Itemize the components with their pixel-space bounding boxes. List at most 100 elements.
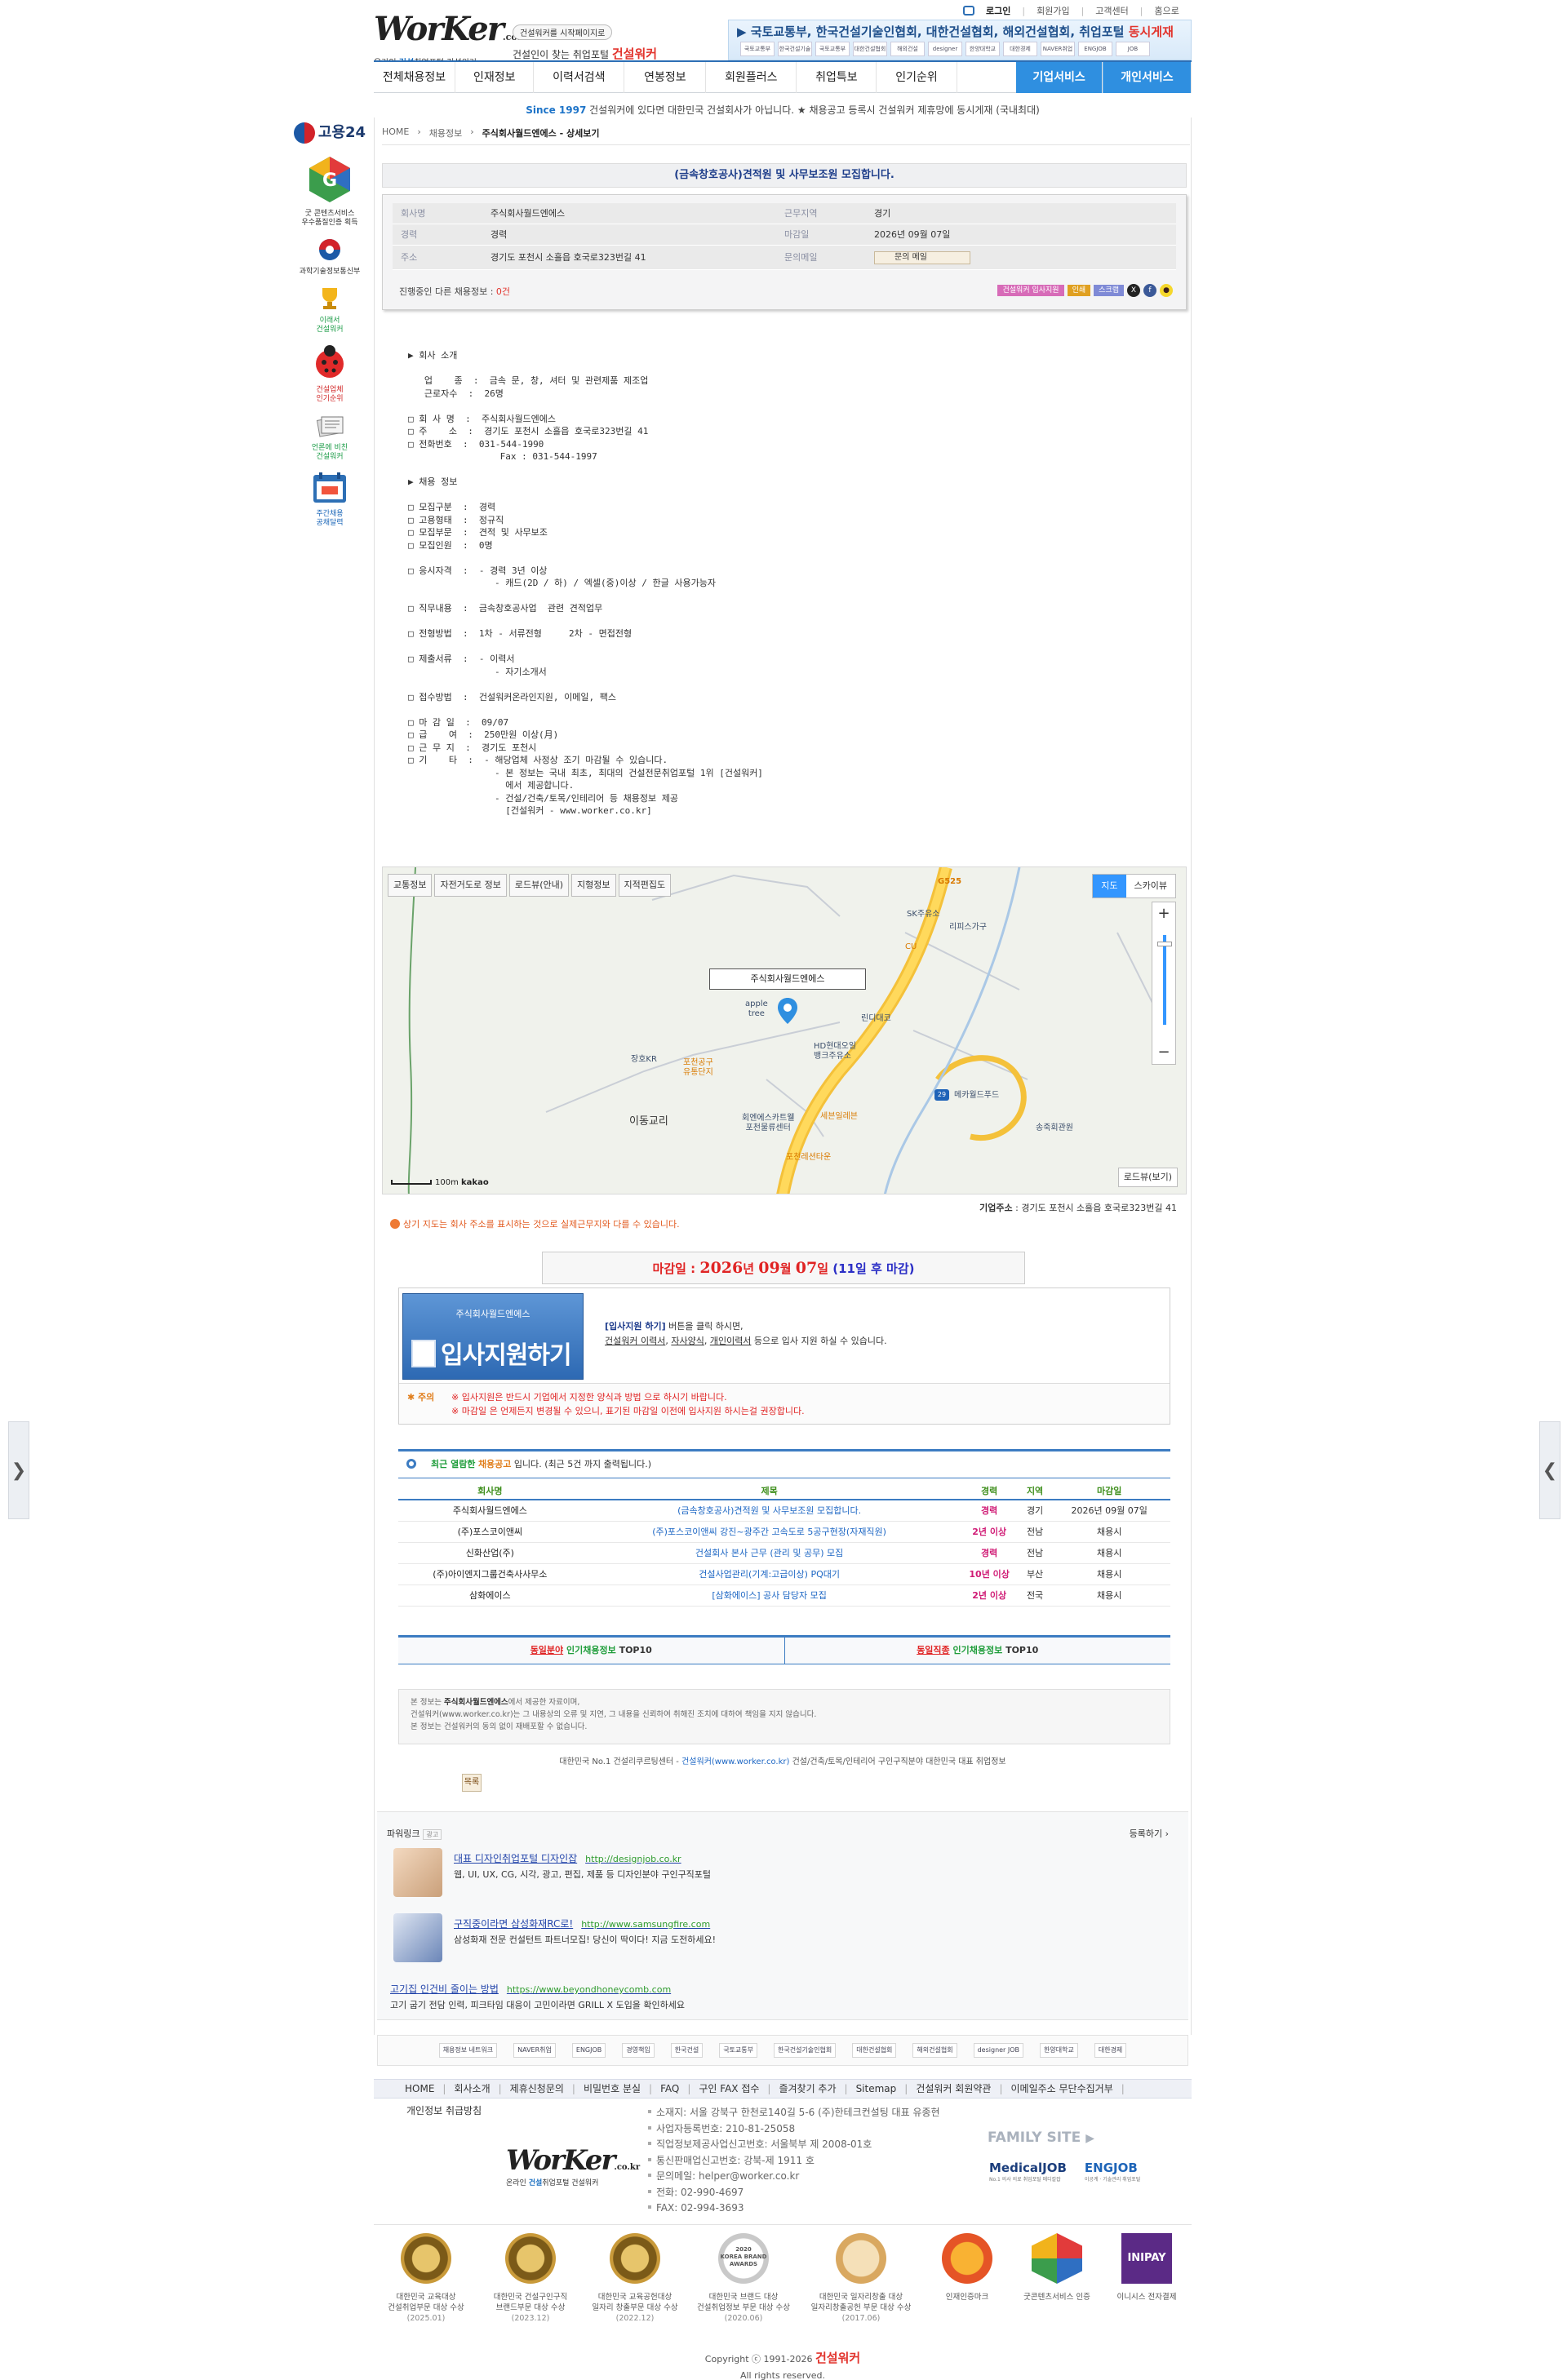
medicaljob-link[interactable]: MedicalJOB No.1 의사 의료 취업포털 메디칼잡: [989, 2161, 1067, 2183]
partner-logo[interactable]: 국토교통부: [740, 42, 775, 56]
apply-small-button[interactable]: 건설워커 입사지원: [997, 285, 1064, 296]
table-row[interactable]: (주)아이엔지그룹건축사사무소 건설사업관리(기계:고급이상) PQ대기 10년 이…: [398, 1563, 1170, 1585]
partner-logo[interactable]: NAVER취업: [1041, 42, 1075, 56]
footer-nav-link[interactable]: HOME: [405, 2080, 434, 2098]
support-link[interactable]: 고객센터: [1095, 4, 1128, 17]
tab-same-field-top10[interactable]: 동일분야 인기채용정보 TOP10: [398, 1638, 785, 1664]
partner-logo[interactable]: 경영책임: [622, 2043, 655, 2058]
weekly-calendar-link[interactable]: 주간채용 공채달력: [291, 472, 369, 528]
partner-banner[interactable]: ▶ 국토교통부, 한국건설기술인협회, 대한건설협회, 해외건설협회, 취업포털…: [728, 20, 1192, 60]
award-item[interactable]: 굿콘텐츠서비스 인증: [1012, 2233, 1102, 2324]
join-link[interactable]: 회원가입: [1037, 4, 1069, 17]
partner-logo[interactable]: NAVER취업: [513, 2043, 556, 2058]
map-pin-icon[interactable]: [778, 998, 797, 1024]
ad-title[interactable]: 구직중이라면 삼성화재RC로! http://www.samsungfire.co…: [454, 1917, 710, 1930]
partner-logo[interactable]: designer JOB: [928, 42, 962, 56]
press-link[interactable]: 언론에 비친 건설워커: [291, 414, 369, 462]
footer-nav-link[interactable]: 건설워커 회원약관: [916, 2080, 991, 2098]
table-row[interactable]: 신화산업(주) 건설회사 본사 근무 (관리 및 공무) 모집 경력 전남 채용시: [398, 1542, 1170, 1564]
nav-item-resume-search[interactable]: 이력서검색: [534, 62, 625, 93]
list-button[interactable]: 목록: [462, 1774, 482, 1792]
footer-nav-link[interactable]: 구인 FAX 접수: [699, 2080, 759, 2098]
award-item[interactable]: 대한민국 건설구인구직 브랜드부문 대상 수상 (2023.12): [478, 2233, 583, 2324]
map-tab-terrain[interactable]: 지형정보: [571, 874, 616, 897]
inquiry-mail-button[interactable]: 문의 메일: [874, 251, 970, 264]
partner-logo[interactable]: JOB: [1116, 42, 1150, 56]
nav-item-salary[interactable]: 연봉정보: [624, 62, 707, 93]
powerlink-register[interactable]: 등록하기 ›: [1130, 1827, 1169, 1840]
table-row[interactable]: 삼화에이스 [삼화에이스] 공사 담당자 모집 2년 이상 전국 채용시: [398, 1584, 1170, 1607]
partner-logo[interactable]: 한국건설기술인협회: [774, 2043, 837, 2058]
partner-logo[interactable]: 한국건설: [670, 2043, 704, 2058]
nav-item-talent[interactable]: 인재정보: [455, 62, 535, 93]
map-type-map[interactable]: 지도: [1093, 875, 1126, 897]
prev-arrow[interactable]: ❯: [8, 1421, 29, 1519]
table-row[interactable]: (주)포스코이앤씨 (주)포스코이앤씨 강진~광주간 고속도로 5공구현장(자재직…: [398, 1521, 1170, 1543]
table-row[interactable]: 주식회사월드엔에스 (금속창호공사)견적원 및 사무보조원 모집합니다. 경력 경기 2…: [398, 1500, 1170, 1522]
partner-logo[interactable]: 대한건설협회: [852, 2043, 897, 2058]
award-item[interactable]: 2020 KOREA BRAND AWARDS 대한민국 브랜드 대상 건설취업정보…: [687, 2233, 800, 2324]
award-item[interactable]: INIPAY 이니시스 전자결제: [1102, 2233, 1192, 2324]
nav-item-company-service[interactable]: 기업서비스: [1016, 62, 1103, 93]
scrap-button[interactable]: 스크랩: [1094, 285, 1124, 296]
footer-nav-link[interactable]: 회사소개: [454, 2080, 490, 2098]
partner-logo[interactable]: 한양대학교: [1040, 2043, 1078, 2058]
map-tab-traffic[interactable]: 교통정보: [388, 874, 433, 897]
kakao-share-icon[interactable]: ●: [1160, 284, 1173, 297]
partner-logo[interactable]: 대한경제: [1003, 42, 1037, 56]
map-tab-roadview[interactable]: 로드뷰(안내): [508, 874, 570, 897]
location-map[interactable]: 교통정보 자전거도로 정보 로드뷰(안내) 지형정보 지적편집도 지도 스카이뷰…: [382, 866, 1187, 1194]
cell-title[interactable]: 건설회사 본사 근무 (관리 및 공무) 모집: [581, 1542, 957, 1564]
partner-logo[interactable]: ENGJOB: [1078, 42, 1112, 56]
nav-item-news[interactable]: 취업특보: [797, 62, 877, 93]
footer-nav-link[interactable]: 제휴신청문의: [510, 2080, 564, 2098]
footer-logo[interactable]: WorKer.co.kr 온라인 건설취업포털 건설워커: [506, 2144, 640, 2187]
facebook-share-icon[interactable]: f: [1143, 284, 1156, 297]
footer-nav-link[interactable]: FAQ: [660, 2080, 679, 2098]
privacy-link[interactable]: 개인정보 취급방침: [406, 2103, 482, 2117]
partner-logo[interactable]: 대한건설협회: [853, 42, 887, 56]
ad-title[interactable]: 대표 디자인취업포털 디자인잡 http://designjob.co.kr: [454, 1851, 681, 1865]
personal-resume-link[interactable]: 개인이력서: [710, 1336, 752, 1346]
home-link[interactable]: 홈으로: [1155, 4, 1179, 17]
good-content-badge[interactable]: G 굿 콘텐츠서비스 우수품질인증 획득: [291, 155, 369, 228]
cell-title[interactable]: (주)포스코이앤씨 강진~광주간 고속도로 5공구현장(자재직원): [581, 1521, 957, 1543]
partner-logo[interactable]: 채용정보 네트워크: [438, 2043, 498, 2058]
partner-logo[interactable]: 해외건설협회: [912, 2043, 957, 2058]
partner-logo[interactable]: 국토교통부: [719, 2043, 757, 2058]
tab-same-job-top10[interactable]: 동일직종 인기채용정보 TOP10: [785, 1638, 1171, 1664]
msit-badge[interactable]: 과학기술정보통신부: [291, 237, 369, 277]
other-jobs[interactable]: 진행중인 다른 채용정보 : 0건: [399, 285, 510, 298]
login-link[interactable]: 로그인: [986, 4, 1010, 17]
set-homepage-button[interactable]: 건설워커를 시작페이지로: [513, 24, 613, 40]
zoom-in-button[interactable]: +: [1152, 902, 1175, 925]
goyong24-link[interactable]: 고용24: [291, 121, 369, 144]
why-worker-link[interactable]: 이래서 건설워커: [291, 286, 369, 335]
nav-item-all-jobs[interactable]: 전체채용정보: [374, 62, 456, 93]
cell-title[interactable]: [삼화에이스] 공사 담당자 모집: [581, 1584, 957, 1607]
ad-title[interactable]: 고기집 인건비 줄이는 방법 https://www.beyondhoneycom…: [390, 1982, 671, 1996]
partner-logo[interactable]: 대한경제: [1094, 2043, 1127, 2058]
footer-nav-link[interactable]: 비밀번호 분실: [584, 2080, 641, 2098]
award-item[interactable]: 대한민국 교육공헌대상 일자리 창출부문 대상 수상 (2022.12): [583, 2233, 687, 2324]
award-item[interactable]: 인재인증마크: [922, 2233, 1012, 2324]
nav-item-ranking[interactable]: 인기순위: [877, 62, 957, 93]
award-item[interactable]: 대한민국 일자리창출 대상 일자리창출공헌 부문 대상 수상 (2017.06): [800, 2233, 922, 2324]
zoom-track[interactable]: [1163, 935, 1166, 1025]
print-button[interactable]: 인쇄: [1067, 285, 1091, 296]
partner-logo[interactable]: 국토교통부: [815, 42, 850, 56]
cell-title[interactable]: 건설사업관리(기계:고급이상) PQ대기: [581, 1563, 957, 1585]
map-tab-bike[interactable]: 자전거도로 정보: [434, 874, 507, 897]
partner-logo[interactable]: ENGJOB: [571, 2043, 606, 2058]
breadcrumb-home[interactable]: HOME: [382, 126, 409, 140]
cell-title[interactable]: (금속창호공사)견적원 및 사무보조원 모집합니다.: [581, 1500, 957, 1522]
partner-logo[interactable]: 한국건설기술인협회: [778, 42, 812, 56]
map-tab-cadastral[interactable]: 지적편집도: [618, 874, 672, 897]
partner-logo[interactable]: 한양대학교: [966, 42, 1000, 56]
footer-nav-link[interactable]: Sitemap: [856, 2080, 897, 2098]
partner-logo[interactable]: 해외건설: [890, 42, 925, 56]
zoom-handle[interactable]: [1157, 942, 1172, 946]
award-item[interactable]: 대한민국 교육대상 건설취업부문 대상 수상 (2025.01): [374, 2233, 478, 2324]
nav-item-member-plus[interactable]: 회원플러스: [706, 62, 797, 93]
engjob-link[interactable]: ENGJOB 이공계 · 기술관리 취업포털: [1085, 2161, 1140, 2183]
